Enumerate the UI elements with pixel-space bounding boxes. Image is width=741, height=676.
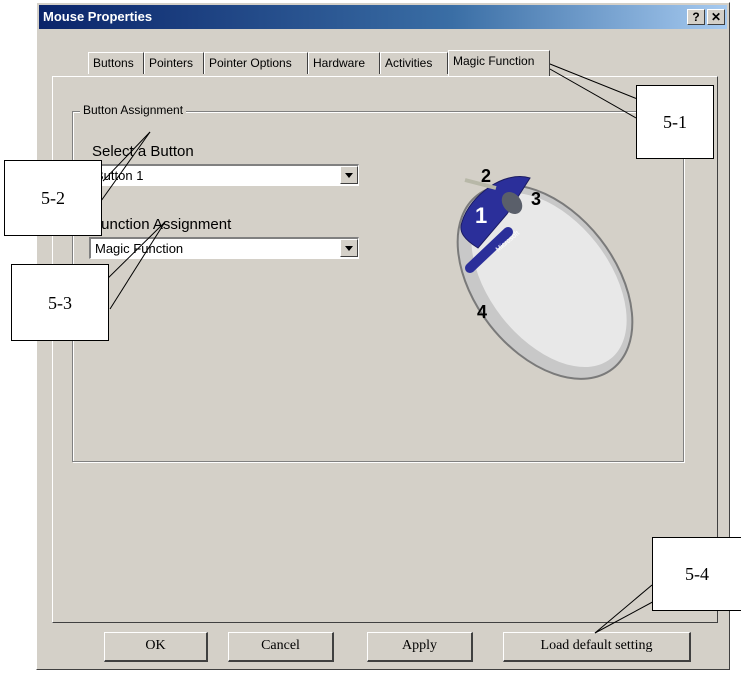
tab-magic-function[interactable]: Magic Function [448, 50, 550, 76]
callout-lines [99, 51, 661, 634]
callout-5-1: 5-1 [636, 85, 714, 159]
callout-5-4: 5-4 [652, 537, 741, 611]
callout-5-2: 5-2 [4, 160, 102, 236]
callout-5-3: 5-3 [11, 264, 109, 341]
